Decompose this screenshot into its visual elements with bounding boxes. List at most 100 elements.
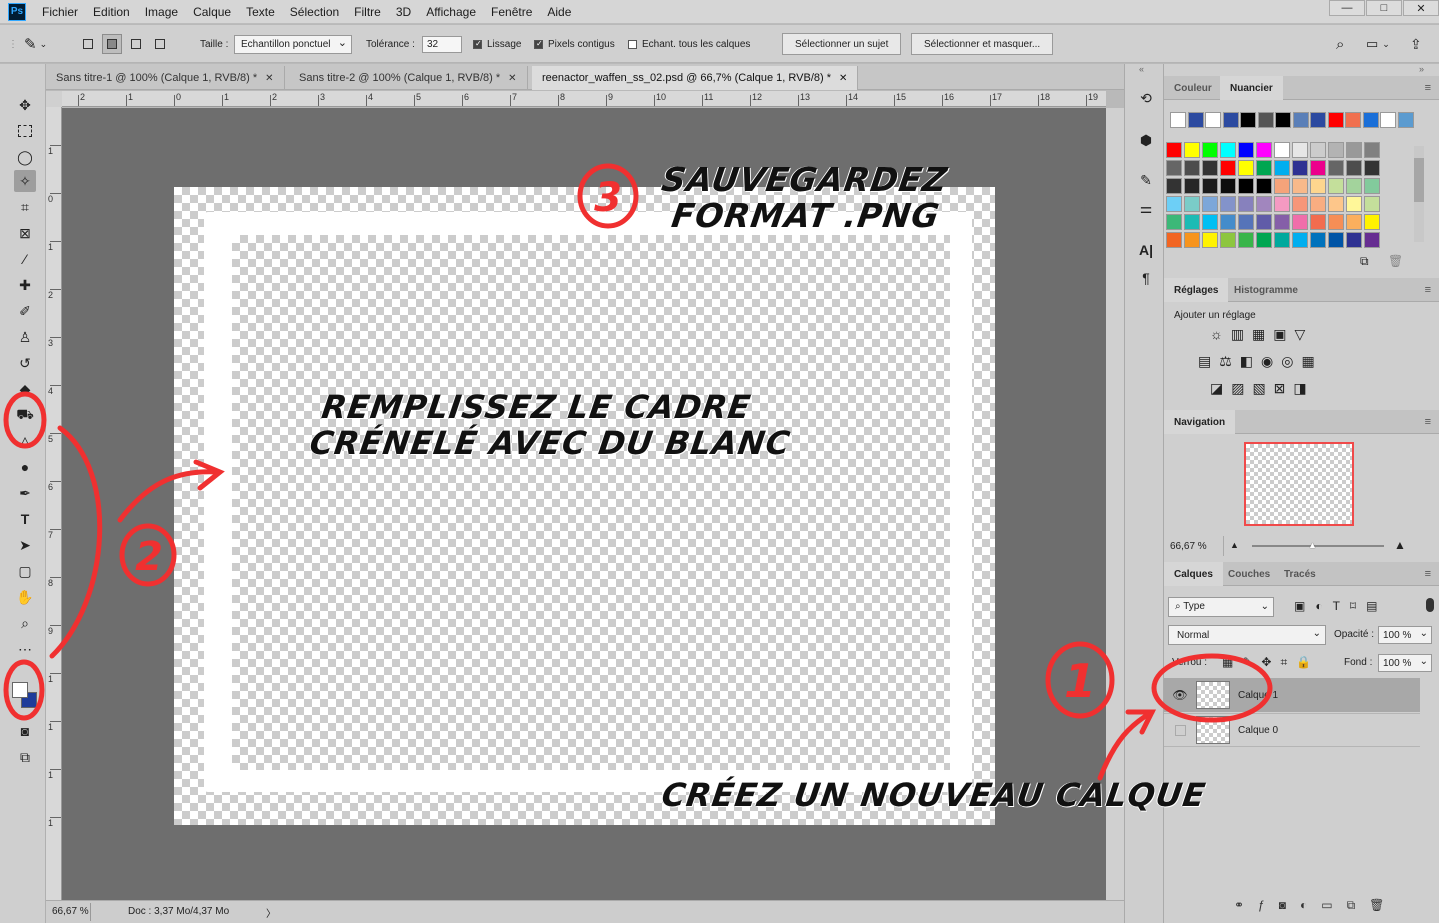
recent-swatch[interactable]: [1187, 112, 1204, 128]
collapse-icon[interactable]: «: [1139, 64, 1144, 74]
color-swatch[interactable]: [1310, 178, 1326, 194]
color-swatch[interactable]: [1238, 214, 1254, 230]
color-swatch[interactable]: [1328, 214, 1344, 230]
brush-tool-icon[interactable]: ✐: [14, 300, 36, 322]
fill-input[interactable]: 100 % ⌄: [1378, 654, 1432, 672]
tab-traces[interactable]: Tracés: [1274, 562, 1326, 586]
recent-swatch[interactable]: [1345, 112, 1361, 128]
marquee-tool-icon[interactable]: [14, 120, 36, 142]
color-swatch[interactable]: [1220, 160, 1236, 176]
color-swatch[interactable]: [1202, 178, 1218, 194]
recent-swatch[interactable]: [1292, 112, 1309, 128]
quick-mask-icon[interactable]: ◙: [14, 720, 36, 742]
color-swatch[interactable]: [1364, 178, 1380, 194]
zoom-in-icon[interactable]: ▲: [1394, 538, 1406, 552]
color-swatch[interactable]: [1364, 232, 1380, 248]
history-brush-tool-icon[interactable]: ↺: [14, 352, 36, 374]
adjust-icon[interactable]: ⚌: [1136, 198, 1156, 218]
color-swatch[interactable]: [1166, 232, 1182, 248]
all-layers-option[interactable]: Echant. tous les calques: [628, 25, 750, 63]
color-swatch[interactable]: [1346, 214, 1362, 230]
tab-calques[interactable]: Calques: [1164, 562, 1223, 586]
color-swatch[interactable]: [1256, 142, 1272, 158]
color-swatch[interactable]: [1184, 214, 1200, 230]
color-swatch[interactable]: [1292, 196, 1308, 212]
magic-wand-tool-icon[interactable]: ✧: [14, 170, 36, 192]
color-swatch[interactable]: [1184, 196, 1200, 212]
tolerance-input[interactable]: 32: [422, 35, 462, 53]
screen-mode-icon[interactable]: ⧉: [14, 746, 36, 768]
workspace-icon[interactable]: ▭ ⌄: [1366, 25, 1390, 63]
tab-couches[interactable]: Couches: [1218, 562, 1280, 586]
filter-toggle[interactable]: [1426, 598, 1434, 612]
new-selection-icon[interactable]: [78, 34, 98, 54]
maximize-button[interactable]: □: [1366, 0, 1402, 16]
navigator-zoom-value[interactable]: 66,67 %: [1164, 536, 1224, 556]
color-swatch[interactable]: [1328, 142, 1344, 158]
color-swatch[interactable]: [1310, 196, 1326, 212]
brush-settings-icon[interactable]: ✎: [1136, 170, 1156, 190]
contiguous-option[interactable]: Pixels contigus: [534, 25, 615, 63]
color-swatch[interactable]: [1256, 160, 1272, 176]
opacity-input[interactable]: 100 % ⌄: [1378, 626, 1432, 644]
color-swatch[interactable]: [1220, 232, 1236, 248]
menu-affichage[interactable]: Affichage: [426, 5, 476, 19]
paragraph-icon[interactable]: ¶: [1136, 268, 1156, 288]
menu-fenetre[interactable]: Fenêtre: [491, 5, 532, 19]
size-select[interactable]: Echantillon ponctuel: [234, 34, 352, 54]
color-swatch[interactable]: [1274, 178, 1290, 194]
color-swatch[interactable]: [1310, 214, 1326, 230]
menu-texte[interactable]: Texte: [246, 5, 275, 19]
color-swatch[interactable]: [1274, 214, 1290, 230]
tab-nuancier[interactable]: Nuancier: [1220, 76, 1283, 100]
lasso-tool-icon[interactable]: ◯: [14, 146, 36, 168]
panel-menu-icon[interactable]: ≡: [1425, 416, 1431, 428]
color-swatch[interactable]: [1256, 196, 1272, 212]
share-icon[interactable]: ⇪: [1410, 25, 1422, 63]
more-tools-icon[interactable]: ⋯: [14, 638, 36, 660]
close-button[interactable]: ✕: [1403, 0, 1439, 16]
blend-mode-select[interactable]: Normal ⌄: [1168, 625, 1326, 645]
crop-tool-icon[interactable]: ⌗: [14, 196, 36, 218]
color-swatch[interactable]: [1328, 178, 1344, 194]
color-swatch[interactable]: [1256, 232, 1272, 248]
color-swatch[interactable]: [1166, 196, 1182, 212]
color-swatch[interactable]: [1310, 160, 1326, 176]
close-icon[interactable]: ✕: [265, 73, 273, 84]
zoom-slider-handle[interactable]: ▲: [1308, 540, 1317, 550]
add-selection-icon[interactable]: [102, 34, 122, 54]
new-swatch-icon[interactable]: ⧉: [1360, 254, 1369, 269]
panel-menu-icon[interactable]: ≡: [1425, 284, 1431, 296]
color-swatch[interactable]: [1202, 196, 1218, 212]
tab-navigation[interactable]: Navigation: [1164, 410, 1236, 434]
character-icon[interactable]: A|: [1136, 240, 1156, 260]
tab-reenactor[interactable]: reenactor_waffen_ss_02.psd @ 66,7% (Calq…: [532, 66, 859, 90]
color-swatch[interactable]: [1220, 142, 1236, 158]
search-icon[interactable]: ⌕: [1336, 25, 1344, 63]
tab-reglages[interactable]: Réglages: [1164, 278, 1229, 302]
stamp-tool-icon[interactable]: ♙: [14, 326, 36, 348]
blur-tool-icon[interactable]: △: [14, 430, 36, 452]
dodge-tool-icon[interactable]: ●: [14, 456, 36, 478]
menu-image[interactable]: Image: [145, 5, 178, 19]
minimize-button[interactable]: —: [1329, 0, 1365, 16]
color-swatch[interactable]: [1346, 178, 1362, 194]
color-swatch[interactable]: [1274, 160, 1290, 176]
color-swatch[interactable]: [1346, 142, 1362, 158]
color-swatch[interactable]: [1256, 214, 1272, 230]
zoom-tool-icon[interactable]: ⌕: [14, 612, 36, 634]
eraser-tool-icon[interactable]: ◆: [14, 378, 36, 400]
menu-aide[interactable]: Aide: [547, 5, 571, 19]
recent-swatch[interactable]: [1275, 112, 1291, 128]
move-tool-icon[interactable]: ✥: [14, 94, 36, 116]
panel-menu-icon[interactable]: ≡: [1425, 82, 1431, 94]
healing-brush-tool-icon[interactable]: ✚: [14, 274, 36, 296]
visibility-toggle[interactable]: [1164, 724, 1196, 736]
color-swatch[interactable]: [1364, 196, 1380, 212]
color-swatch[interactable]: [1328, 232, 1344, 248]
color-swatch[interactable]: [1238, 196, 1254, 212]
recent-swatch[interactable]: [1310, 112, 1326, 128]
menu-edition[interactable]: Edition: [93, 5, 130, 19]
color-swatch[interactable]: [1184, 160, 1200, 176]
color-swatch[interactable]: [1220, 214, 1236, 230]
